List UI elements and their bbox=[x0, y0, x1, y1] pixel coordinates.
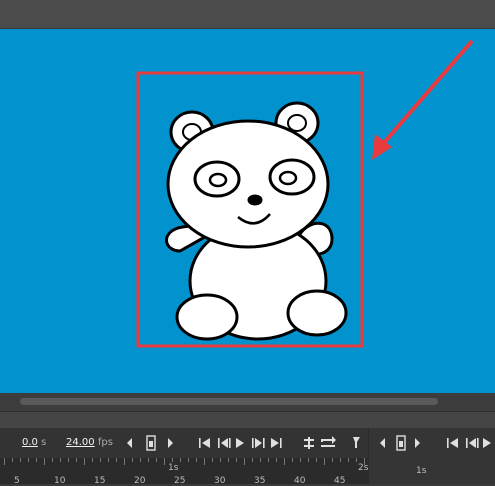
ruler-tick bbox=[164, 458, 165, 465]
ruler-tick bbox=[220, 458, 221, 462]
ruler-tick bbox=[308, 458, 309, 462]
ruler-tick bbox=[156, 458, 157, 462]
ruler-tick bbox=[44, 458, 45, 465]
time-value[interactable]: 0.0 bbox=[22, 437, 38, 448]
last-frame-icon bbox=[271, 438, 282, 448]
first-frame-icon bbox=[199, 438, 210, 448]
ruler-tick bbox=[196, 458, 197, 462]
ruler-tick bbox=[260, 458, 261, 462]
popup-frame-marker-icon bbox=[396, 435, 406, 451]
ruler-tick bbox=[92, 458, 93, 462]
popup-icons bbox=[380, 435, 491, 451]
popup-step-back-icon bbox=[466, 438, 479, 448]
ruler-tick bbox=[76, 458, 77, 462]
panel-divider bbox=[0, 411, 495, 429]
ruler-label: 15 bbox=[94, 476, 106, 486]
ruler-tick bbox=[324, 458, 325, 465]
popup-play-icon bbox=[483, 438, 491, 448]
ruler-tick bbox=[36, 458, 37, 462]
ruler-marker-1s: 1s bbox=[168, 463, 179, 473]
annotation-arrow bbox=[372, 39, 474, 160]
ruler-tick bbox=[84, 458, 85, 465]
ruler-tick bbox=[188, 458, 189, 462]
fps-value[interactable]: 24.00 bbox=[66, 437, 95, 448]
ruler-tick bbox=[212, 458, 213, 462]
ruler-label: 30 bbox=[214, 476, 226, 486]
ruler-tick bbox=[332, 458, 333, 462]
popup-prev-frame-icon bbox=[380, 438, 385, 448]
ruler-tick bbox=[20, 458, 21, 462]
stage-artwork bbox=[136, 39, 474, 348]
stage-canvas[interactable] bbox=[0, 29, 495, 393]
ruler-tick bbox=[340, 458, 341, 462]
ruler-tick bbox=[252, 458, 253, 462]
popup-first-frame-icon bbox=[447, 438, 458, 448]
ruler-tick bbox=[276, 458, 277, 462]
scrollbar-thumb[interactable] bbox=[20, 398, 438, 405]
ruler-tick bbox=[236, 458, 237, 462]
ruler-tick bbox=[108, 458, 109, 462]
horizontal-scrollbar[interactable] bbox=[0, 393, 495, 411]
step-back-icon bbox=[218, 438, 231, 448]
step-forward-icon bbox=[252, 438, 265, 448]
ruler-tick bbox=[268, 458, 269, 462]
time-readout[interactable]: 0.0 s bbox=[22, 437, 46, 449]
floating-playback-panel: 1s bbox=[368, 428, 495, 484]
ruler-tick bbox=[292, 458, 293, 462]
ruler-label: 25 bbox=[174, 476, 186, 486]
ruler-label: 20 bbox=[134, 476, 146, 486]
ruler-tick bbox=[172, 458, 173, 462]
ruler-tick bbox=[148, 458, 149, 462]
loop-icon bbox=[304, 437, 314, 449]
next-frame-icon bbox=[168, 438, 173, 448]
ruler-tick bbox=[300, 458, 301, 462]
ruler-tick bbox=[116, 458, 117, 462]
ruler-label: 45 bbox=[334, 476, 346, 486]
popup-marker-1s: 1s bbox=[416, 466, 427, 476]
frame-marker-icon bbox=[146, 435, 156, 451]
panda-drawing bbox=[165, 101, 348, 341]
ruler-tick bbox=[100, 458, 101, 462]
ruler-tick bbox=[68, 458, 69, 462]
ruler-tick bbox=[132, 458, 133, 462]
ruler-label: 10 bbox=[54, 476, 66, 486]
time-unit: s bbox=[41, 437, 47, 448]
ruler-label: 5 bbox=[14, 476, 20, 486]
ruler-tick bbox=[124, 458, 125, 465]
ruler-tick bbox=[204, 458, 205, 465]
ruler-tick bbox=[364, 458, 365, 465]
playback-icons bbox=[127, 435, 360, 451]
fps-readout[interactable]: 24.00 fps bbox=[66, 437, 113, 449]
ruler-tick bbox=[348, 458, 349, 462]
fps-unit: fps bbox=[97, 437, 113, 448]
play-icon bbox=[236, 438, 244, 448]
ruler-tick bbox=[52, 458, 53, 462]
top-toolbar bbox=[0, 0, 495, 29]
ruler-tick bbox=[12, 458, 13, 462]
ruler-tick bbox=[316, 458, 317, 462]
pin-icon bbox=[353, 437, 360, 448]
prev-frame-icon bbox=[127, 438, 132, 448]
ruler-tick bbox=[4, 458, 5, 465]
ruler-tick bbox=[284, 458, 285, 465]
sync-icon bbox=[321, 436, 336, 447]
ruler-tick bbox=[60, 458, 61, 462]
ruler-tick bbox=[140, 458, 141, 462]
ruler-tick bbox=[228, 458, 229, 462]
ruler-tick bbox=[244, 458, 245, 465]
ruler-label: 35 bbox=[254, 476, 266, 486]
ruler-label: 40 bbox=[294, 476, 306, 486]
ruler-tick bbox=[28, 458, 29, 462]
ruler-tick bbox=[356, 458, 357, 462]
ruler-tick bbox=[180, 458, 181, 462]
popup-next-frame-icon bbox=[415, 438, 420, 448]
